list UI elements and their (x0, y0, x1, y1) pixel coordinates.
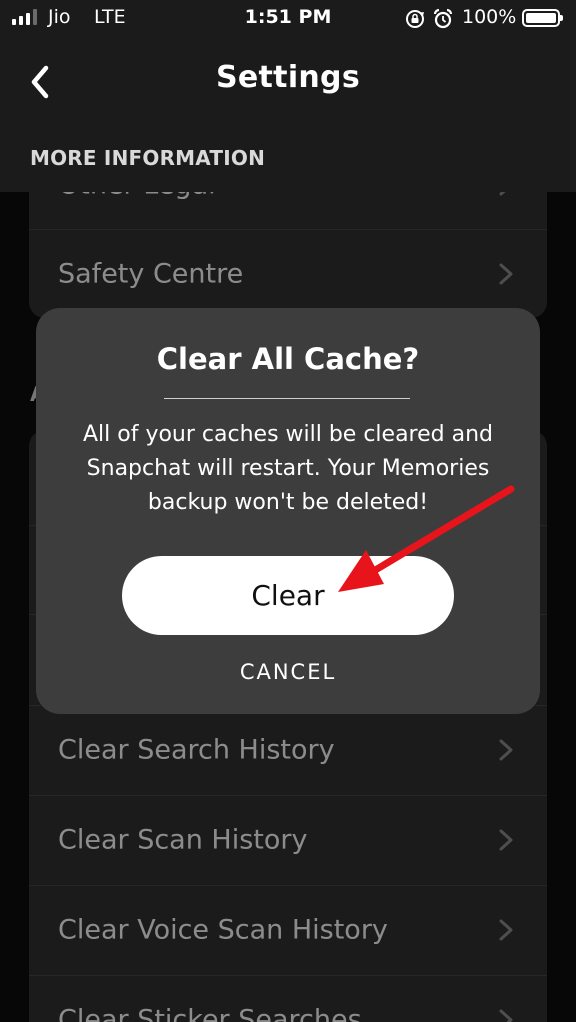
settings-header: Settings MORE INFORMATION (0, 38, 576, 192)
alarm-icon (433, 8, 453, 29)
dialog-title: Clear All Cache? (156, 342, 420, 376)
dialog-message: All of your caches will be cleared and S… (82, 422, 494, 515)
battery-icon (522, 9, 563, 27)
section-header-more-information: MORE INFORMATION (30, 146, 266, 170)
rotation-lock-icon (406, 10, 425, 28)
settings-screen: Jio LTE 1:51 PM 100% Settings MORE INFOR… (0, 0, 576, 1022)
page-title: Settings (215, 60, 360, 95)
clear-button[interactable]: Clear (122, 556, 454, 635)
dialog-divider (164, 398, 410, 399)
battery-percentage: 100% (462, 6, 517, 28)
status-bar: Jio LTE 1:51 PM 100% (0, 0, 576, 38)
cancel-button[interactable]: CANCEL (36, 660, 540, 684)
clear-cache-dialog: Clear All Cache? All of your caches will… (36, 308, 540, 714)
